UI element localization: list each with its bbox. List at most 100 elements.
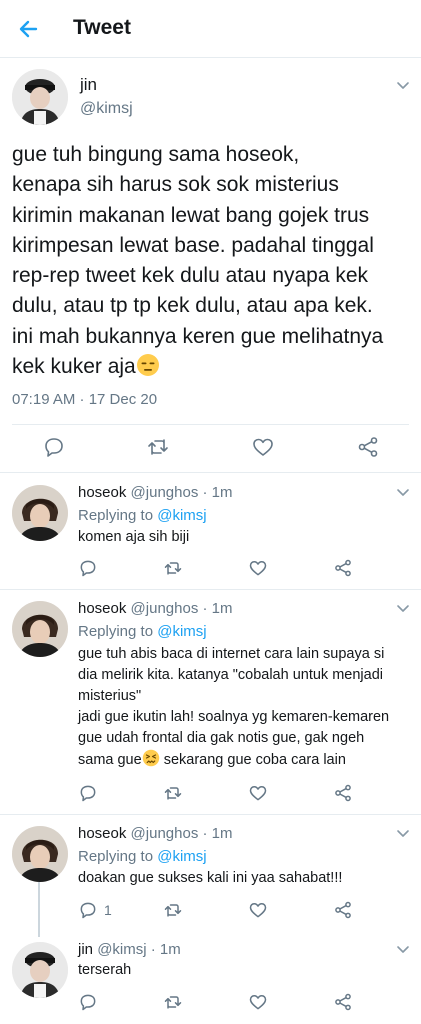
retweet-button[interactable] — [146, 435, 170, 459]
chevron-down-icon[interactable] — [395, 825, 411, 841]
replying-to-label: Replying to — [78, 623, 158, 640]
reply-author[interactable]: hoseok @junghos · 1m — [78, 484, 233, 501]
page-title: Tweet — [73, 16, 131, 39]
like-button[interactable] — [251, 435, 275, 459]
share-icon — [358, 437, 378, 457]
avatar[interactable] — [12, 942, 68, 998]
replying-to-link[interactable]: @kimsj — [157, 623, 206, 640]
avatar-image — [12, 601, 68, 657]
chevron-down-icon[interactable] — [395, 77, 411, 93]
reply-text-line: gue tuh abis baca di internet cara lain … — [78, 646, 385, 662]
tweet-timestamp[interactable]: 07:19 AM · 17 Dec 20 — [12, 391, 157, 408]
reply-author-meta: @kimsj · 1m — [97, 941, 181, 958]
arrow-left-icon — [19, 20, 38, 38]
divider — [0, 472, 421, 473]
reply-text-line: terserah — [78, 962, 132, 978]
tweet-text-line: kirimpesan lewat base. padahal tinggal — [12, 233, 374, 257]
chevron-down-icon[interactable] — [395, 600, 411, 616]
reply-text-line: jadi gue ikutin lah! soalnya yg kemaren-… — [78, 709, 390, 725]
like-button[interactable] — [248, 558, 268, 578]
avatar[interactable] — [12, 826, 68, 882]
chevron-down-icon[interactable] — [395, 484, 411, 500]
share-button[interactable] — [333, 900, 353, 920]
reply-button[interactable] — [78, 783, 98, 803]
reply-text: gue tuh abis baca di internet cara lain … — [78, 644, 413, 771]
confounded-face-emoji — [142, 749, 159, 767]
author-handle[interactable]: @kimsj — [80, 100, 133, 118]
share-icon — [335, 901, 351, 919]
like-button[interactable] — [248, 900, 268, 920]
reply-author-name: hoseok — [78, 825, 127, 842]
back-button[interactable] — [14, 14, 44, 44]
replying-to: Replying to @kimsj — [78, 507, 207, 524]
share-button[interactable] — [333, 558, 353, 578]
reply-button[interactable] — [78, 900, 98, 920]
replying-to-link[interactable]: @kimsj — [157, 848, 206, 865]
heart-icon — [249, 561, 267, 576]
reply-icon — [80, 560, 96, 577]
reply-author-name: hoseok — [78, 484, 127, 501]
avatar-image — [12, 69, 68, 125]
chevron-down-icon[interactable] — [395, 941, 411, 957]
reply-text-line: sama gue sekarang gue coba cara lain — [78, 749, 413, 771]
like-button[interactable] — [248, 783, 268, 803]
replying-to-label: Replying to — [78, 507, 158, 524]
reply-author-meta: @junghos · 1m — [130, 825, 233, 842]
reply-text: terserah — [78, 960, 413, 981]
tweet-text-line: ini mah bukannya keren gue melihatnya — [12, 324, 384, 348]
retweet-icon — [148, 439, 168, 455]
retweet-button[interactable] — [163, 992, 183, 1012]
avatar-image — [12, 485, 68, 541]
divider — [12, 424, 409, 425]
reply-button[interactable] — [42, 435, 66, 459]
reply-author-name: jin — [78, 941, 94, 958]
retweet-icon — [164, 996, 182, 1009]
tweet-text: gue tuh bingung sama hoseok, kenapa sih … — [12, 140, 412, 382]
tweet-text-line: rep-rep tweet kek dulu atau nyapa kek — [12, 264, 369, 288]
heart-icon — [249, 995, 267, 1010]
reply-text-line: misterius" — [78, 688, 142, 704]
share-button[interactable] — [333, 992, 353, 1012]
reply-button[interactable] — [78, 992, 98, 1012]
thread-connector — [38, 882, 40, 937]
retweet-button[interactable] — [163, 900, 183, 920]
share-button[interactable] — [356, 435, 380, 459]
share-button[interactable] — [333, 783, 353, 803]
heart-icon — [249, 786, 267, 801]
reply-text-line: gue udah frontal dia gak notis gue, gak … — [78, 730, 365, 746]
avatar[interactable] — [12, 69, 68, 125]
reply-author[interactable]: jin @kimsj · 1m — [78, 941, 181, 958]
tweet-text-line: dulu, atau tp tp kek dulu, atau apa kek. — [12, 294, 373, 318]
replying-to: Replying to @kimsj — [78, 623, 207, 640]
avatar[interactable] — [12, 601, 68, 657]
reply-author-name: hoseok — [78, 600, 127, 617]
avatar[interactable] — [12, 485, 68, 541]
heart-icon — [249, 903, 267, 918]
reply-icon — [80, 902, 96, 919]
reply-text: komen aja sih biji — [78, 527, 413, 548]
reply-button[interactable] — [78, 558, 98, 578]
retweet-button[interactable] — [163, 558, 183, 578]
tweet-text-last: kek kuker aja — [12, 355, 136, 379]
header-divider — [0, 57, 421, 58]
replying-to-link[interactable]: @kimsj — [157, 507, 206, 524]
reply-icon — [80, 994, 96, 1011]
reply-text-segment: sama gue — [78, 752, 142, 768]
divider — [0, 589, 421, 590]
tweet-text-line: kirimin makanan lewat bang gojek trus — [12, 203, 370, 227]
replying-to: Replying to @kimsj — [78, 848, 207, 865]
author-name[interactable]: jin — [80, 75, 97, 95]
tweet-text-line: gue tuh bingung sama hoseok, — [12, 143, 300, 166]
retweet-button[interactable] — [163, 783, 183, 803]
like-button[interactable] — [248, 992, 268, 1012]
tweet-text-line: kek kuker aja — [12, 352, 412, 382]
heart-icon — [253, 438, 273, 456]
reply-text-segment: sekarang gue coba cara lain — [159, 752, 346, 768]
reply-author[interactable]: hoseok @junghos · 1m — [78, 825, 233, 842]
avatar-image — [12, 826, 68, 882]
reply-text: doakan gue sukses kali ini yaa sahabat!!… — [78, 868, 413, 889]
reply-author[interactable]: hoseok @junghos · 1m — [78, 600, 233, 617]
reply-icon — [45, 438, 63, 457]
reply-count: 1 — [104, 902, 112, 918]
retweet-icon — [164, 562, 182, 575]
